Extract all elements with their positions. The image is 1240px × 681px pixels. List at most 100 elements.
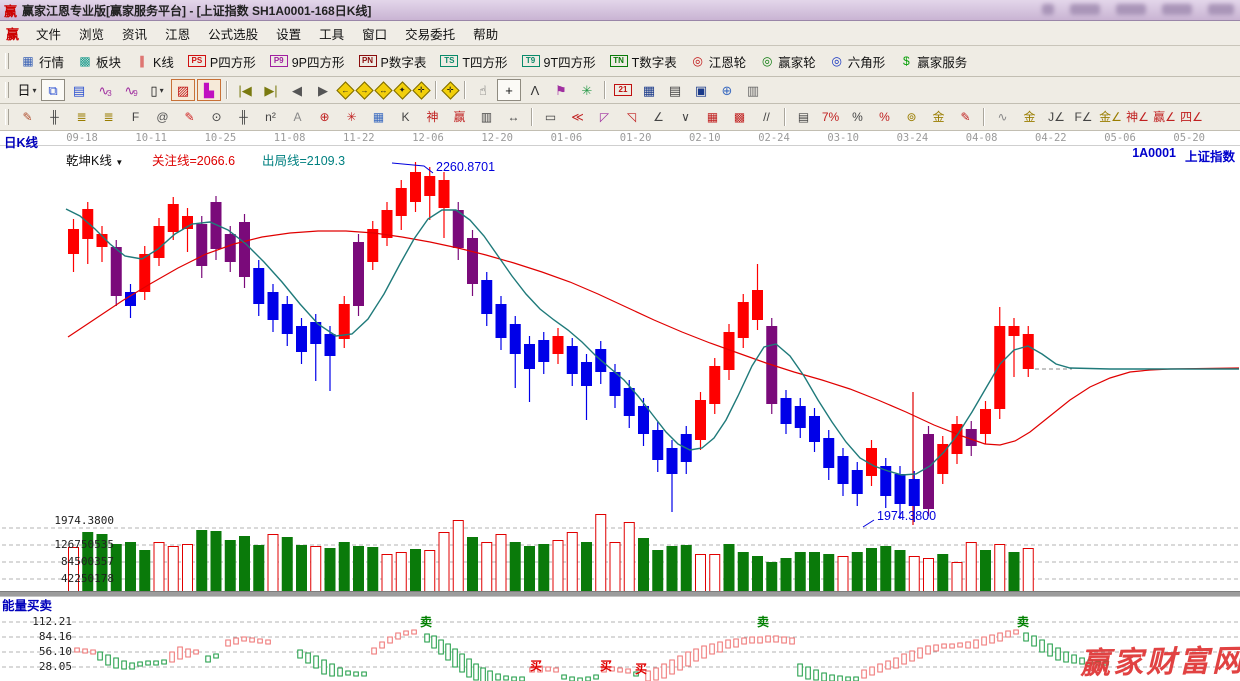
hand-tool-button[interactable]: ☝ <box>471 79 495 101</box>
pane-splitter[interactable] <box>0 591 1240 597</box>
info-panel-button[interactable]: ▤ <box>67 79 91 101</box>
winner-wheel-button[interactable]: ◎赢家轮 <box>753 49 823 74</box>
crosshair-tool-button[interactable]: + <box>497 79 521 101</box>
marker-pen-button[interactable]: ✎ <box>177 106 202 128</box>
blurred-control-icon[interactable] <box>1042 4 1054 15</box>
winner-service-button[interactable]: $赢家服务 <box>892 49 974 74</box>
circle-cross-button[interactable]: ⊕ <box>312 106 337 128</box>
wave-ruler-button[interactable]: ∿ <box>990 106 1015 128</box>
menu-item-window[interactable]: 窗口 <box>353 22 396 45</box>
wave-3-button[interactable]: ∿3 <box>93 79 117 101</box>
pattern-tool-button[interactable]: ✳ <box>575 79 599 101</box>
ying-angle-button[interactable]: 赢∠ <box>1152 106 1177 128</box>
si-angle-button[interactable]: 四∠ <box>1179 106 1204 128</box>
rect-tool-button[interactable]: ▭ <box>538 106 563 128</box>
next-page-button[interactable]: ▶ <box>311 79 335 101</box>
prev-page-button[interactable]: ◀ <box>285 79 309 101</box>
golden-section-v-button[interactable]: ≣ <box>96 106 121 128</box>
gann-frame-tool-button[interactable]: ⚑ <box>549 79 573 101</box>
n-square-button[interactable]: n² <box>258 106 283 128</box>
price-ladder-button[interactable]: ╫ <box>231 106 256 128</box>
shift-left-button[interactable]: ← <box>336 81 354 99</box>
trendline-tool-button[interactable]: Λ <box>523 79 547 101</box>
chart-canvas[interactable] <box>0 131 1240 681</box>
menu-item-browse[interactable]: 浏览 <box>70 22 113 45</box>
percent-zone-button[interactable]: % <box>872 106 897 128</box>
titlebar-blurred-controls[interactable] <box>1042 4 1234 15</box>
fan-lines-button[interactable]: ≪ <box>565 106 590 128</box>
menu-item-tools[interactable]: 工具 <box>310 22 353 45</box>
j-angle-button[interactable]: J∠ <box>1044 106 1069 128</box>
box-fan-b-button[interactable]: ◹ <box>619 106 644 128</box>
t-square-button[interactable]: TST四方形 <box>433 49 514 74</box>
golden-section-h-button[interactable]: ≣ <box>69 106 94 128</box>
qiankun-kline-button[interactable]: ▨ <box>171 79 195 101</box>
menu-item-file[interactable]: 文件 <box>27 22 70 45</box>
gold-angle-button[interactable]: 金∠ <box>1098 106 1123 128</box>
golden-line-button[interactable]: 金 <box>926 106 951 128</box>
first-page-button[interactable]: |◀ <box>233 79 257 101</box>
gann-wheel-button[interactable]: ◎江恩轮 <box>684 49 754 74</box>
price-ruler-button[interactable]: ▥ <box>474 106 499 128</box>
time-cycle-button[interactable]: ⊙ <box>204 106 229 128</box>
expand-horizontal-button[interactable]: ↔ <box>374 81 392 99</box>
ink-brush-button[interactable]: ✎ <box>953 106 978 128</box>
last-page-button[interactable]: ▶| <box>259 79 283 101</box>
spiral-tool-button[interactable]: @ <box>150 106 175 128</box>
shen-angle-button[interactable]: 神∠ <box>1125 106 1150 128</box>
kline-period-dropdown-button[interactable]: 日▾ <box>15 79 39 101</box>
save-button[interactable]: ▣ <box>689 79 713 101</box>
expand-all-button[interactable]: ✛ <box>412 81 430 99</box>
box-fan-a-button[interactable]: ◸ <box>592 106 617 128</box>
notes-button[interactable]: ▤ <box>663 79 687 101</box>
calculator-button[interactable]: ▦ <box>637 79 661 101</box>
compress-horizontal-button[interactable]: ✦ <box>393 81 411 99</box>
percent-button[interactable]: % <box>845 106 870 128</box>
f-angle-button[interactable]: F∠ <box>1071 106 1096 128</box>
menu-item-trade-entrust[interactable]: 交易委托 <box>396 22 464 45</box>
zigzag-tool-button[interactable]: ∨ <box>673 106 698 128</box>
9p-square-button[interactable]: P99P四方形 <box>263 49 352 74</box>
gann-web-box-button[interactable]: ▦ <box>366 106 391 128</box>
shen-tool-button[interactable]: 神 <box>420 106 445 128</box>
draw-compass-button[interactable]: ✎ <box>15 106 40 128</box>
t-number-table-button[interactable]: TNT数字表 <box>603 49 684 74</box>
blurred-control-icon[interactable] <box>1116 4 1146 15</box>
sectors-button[interactable]: ▩板块 <box>71 49 128 74</box>
golden-ruler-button[interactable]: 金 <box>1017 106 1042 128</box>
zone-select-button[interactable]: ⧉ <box>41 79 65 101</box>
blurred-control-icon[interactable] <box>1070 4 1100 15</box>
blurred-control-icon[interactable] <box>1208 4 1234 15</box>
candle-style-dropdown-button[interactable]: ▯▾ <box>145 79 169 101</box>
calendar-21-button[interactable]: 21 <box>611 79 635 101</box>
wave-9-button[interactable]: ∿9 <box>119 79 143 101</box>
fit-screen-button[interactable]: ✛ <box>441 81 459 99</box>
shift-right-button[interactable]: → <box>355 81 373 99</box>
h-span-button[interactable]: ↔ <box>501 106 526 128</box>
volume-profile-button[interactable]: ▙ <box>197 79 221 101</box>
menu-item-help[interactable]: 帮助 <box>464 22 507 45</box>
gann-web-button[interactable]: ✳ <box>339 106 364 128</box>
p-square-button[interactable]: PSP四方形 <box>181 49 263 74</box>
percent-change-button[interactable]: 7% <box>818 106 843 128</box>
menu-item-formula-picker[interactable]: 公式选股 <box>199 22 267 45</box>
quotes-button[interactable]: ▦行情 <box>14 49 71 74</box>
menu-item-gann[interactable]: 江恩 <box>156 22 199 45</box>
web-link-button[interactable]: ⊕ <box>715 79 739 101</box>
p-number-table-button[interactable]: PNP数字表 <box>352 49 434 74</box>
k-mark-button[interactable]: K <box>393 106 418 128</box>
hexagon-button[interactable]: ◎六角形 <box>823 49 893 74</box>
grid-small-button[interactable]: ▦ <box>700 106 725 128</box>
blurred-control-icon[interactable] <box>1162 4 1192 15</box>
menu-item-settings[interactable]: 设置 <box>267 22 310 45</box>
kline-button[interactable]: ∥K线 <box>128 49 181 74</box>
9t-square-button[interactable]: T99T四方形 <box>515 49 603 74</box>
fibonacci-f-button[interactable]: F <box>123 106 148 128</box>
gann-ladder-button[interactable]: ╫ <box>42 106 67 128</box>
stats-list-button[interactable]: ▤ <box>791 106 816 128</box>
kline-model-dropdown[interactable]: 乾坤K线 ▼ <box>66 150 123 169</box>
ying-tool-button[interactable]: 赢 <box>447 106 472 128</box>
grid-large-button[interactable]: ▩ <box>727 106 752 128</box>
angle-fan-button[interactable]: ∠ <box>646 106 671 128</box>
menu-item-news[interactable]: 资讯 <box>113 22 156 45</box>
